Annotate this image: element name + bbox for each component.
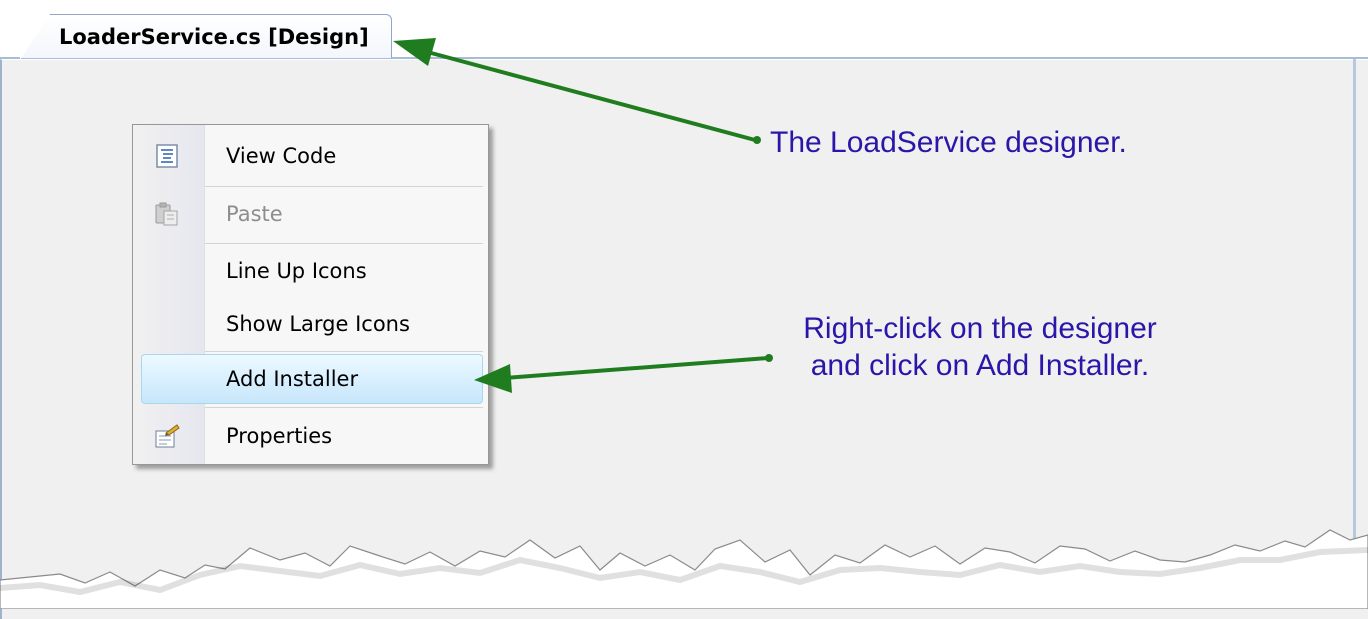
designer-window: LoaderService.cs [Design] View Code Past… [0, 0, 1368, 619]
torn-paper-edge [0, 529, 1368, 609]
